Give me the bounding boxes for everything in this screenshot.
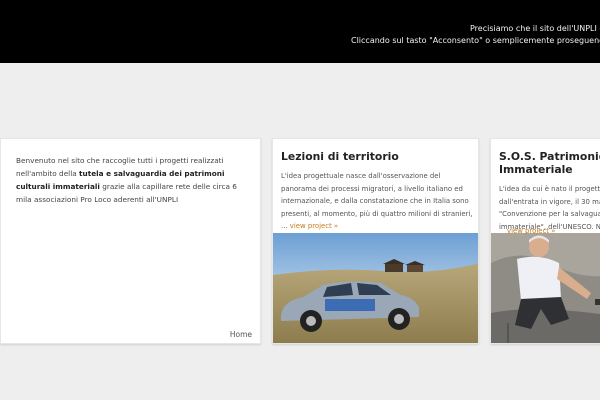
cookie-notice-line-2: Cliccando sul tasto "Acconsento" o sempl… [351, 36, 600, 45]
intro-text: Benvenuto nel sito che raccoglie tutti i… [16, 154, 248, 206]
project-photo-car[interactable] [273, 233, 479, 343]
project-card-lezioni-di-territorio[interactable]: Lezioni di territorio L'idea progettuale… [272, 138, 479, 344]
view-project-link[interactable]: view project » [507, 227, 555, 235]
project-title[interactable]: S.O.S. Patrimonio Cu Immateriale [499, 150, 600, 176]
view-project-link[interactable]: view project » [290, 222, 338, 230]
project-description: L'idea progettuale nasce dall'osservazio… [281, 170, 474, 233]
cookie-notice-line-1: Precisiamo che il sito dell'UNPLI - Unio… [470, 24, 600, 33]
project-photo-man[interactable] [491, 233, 600, 343]
intro-card: Benvenuto nel sito che raccoglie tutti i… [0, 138, 261, 344]
project-description: L'idea da cui è nato il progetto c dall'… [499, 185, 600, 231]
project-title[interactable]: Lezioni di territorio [281, 150, 478, 163]
project-card-sos-patrimonio[interactable]: S.O.S. Patrimonio Cu Immateriale L'idea … [490, 138, 600, 344]
cookie-banner: Precisiamo che il sito dell'UNPLI - Unio… [0, 0, 600, 63]
home-link[interactable]: Home [230, 330, 252, 339]
